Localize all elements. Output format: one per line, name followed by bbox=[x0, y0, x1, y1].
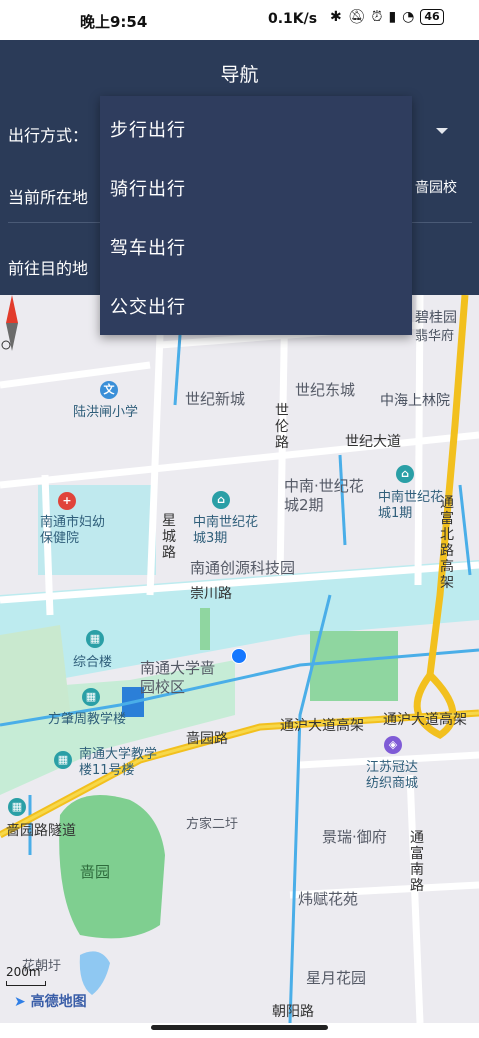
road-label: 通富北路高架 bbox=[440, 495, 454, 591]
school-icon[interactable]: 文 bbox=[100, 381, 118, 399]
status-icons: ✱ 🔕︎ ⏰︎ ▮ ◔ 46 bbox=[330, 9, 444, 25]
map-label: 中南·世纪花城2期 bbox=[284, 477, 364, 514]
wifi-icon: ◔ bbox=[402, 9, 415, 25]
building-icon[interactable]: ▦ bbox=[86, 630, 104, 648]
road-label: 朝阳路 bbox=[272, 1004, 314, 1020]
travel-mode-label: 出行方式： bbox=[8, 126, 89, 145]
compass-icon[interactable] bbox=[0, 295, 24, 355]
hd-signal-icon: ▮ bbox=[388, 9, 397, 25]
road-label: 啬园路隧道 bbox=[6, 823, 76, 839]
system-nav-bar bbox=[0, 1023, 479, 1038]
status-bar: 晚上9:54 0.1K/s ✱ 🔕︎ ⏰︎ ▮ ◔ 46 bbox=[0, 0, 479, 40]
destination-label: 前往目的地 bbox=[8, 259, 89, 278]
shopping-icon[interactable]: ◈ bbox=[384, 736, 402, 754]
poi-label: 江苏冠达纺织商城 bbox=[366, 760, 419, 791]
road-label: 啬园路 bbox=[186, 731, 228, 747]
residence-icon[interactable]: ⌂ bbox=[212, 491, 230, 509]
logo-text: 高德地图 bbox=[30, 994, 87, 1010]
road-label: 世纪大道 bbox=[345, 434, 401, 450]
road-label: 星城路 bbox=[162, 513, 176, 561]
map-label: 景瑞·御府 bbox=[322, 828, 387, 846]
building-icon[interactable]: ▦ bbox=[8, 798, 26, 816]
amap-logo: ➤ 高德地图 bbox=[14, 991, 87, 1011]
travel-mode-dropdown[interactable]: 步行出行 骑行出行 驾车出行 公交出行 bbox=[100, 96, 412, 335]
navigation-arrow-icon: ➤ bbox=[14, 994, 26, 1010]
current-location-marker[interactable] bbox=[231, 648, 247, 664]
road-label: 通富南路 bbox=[410, 830, 424, 894]
map-label: 中海上林院 bbox=[380, 393, 450, 409]
home-indicator[interactable] bbox=[151, 1025, 328, 1030]
dropdown-item-walk[interactable]: 步行出行 bbox=[100, 96, 412, 155]
dropdown-item-bus[interactable]: 公交出行 bbox=[100, 273, 412, 332]
building-icon[interactable]: ▦ bbox=[82, 688, 100, 706]
residence-icon[interactable]: ⌂ bbox=[396, 465, 414, 483]
map-label: 啬园 bbox=[80, 863, 111, 881]
building-icon[interactable]: ▦ bbox=[54, 751, 72, 769]
scale-bar: 200m bbox=[6, 965, 46, 986]
poi-label: 陆洪闸小学 bbox=[73, 405, 139, 420]
battery-icon: 46 bbox=[420, 9, 444, 25]
bluetooth-icon: ✱ bbox=[330, 9, 342, 25]
map-label: 南通大学啬园校区 bbox=[140, 659, 216, 696]
poi-label: 南通市妇幼保健院 bbox=[40, 515, 106, 546]
poi-label: 中南世纪花城1期 bbox=[378, 490, 444, 521]
dropdown-item-drive[interactable]: 驾车出行 bbox=[100, 214, 412, 273]
scale-label: 200m bbox=[6, 965, 41, 979]
mute-icon: 🔕︎ bbox=[347, 9, 366, 25]
scale-line bbox=[6, 981, 46, 986]
map-label: 星月花园 bbox=[306, 969, 367, 987]
road-label: 崇川路 bbox=[190, 586, 232, 602]
hospital-icon[interactable]: + bbox=[58, 492, 76, 510]
net-speed: 0.1K/s bbox=[268, 11, 318, 27]
current-location-value[interactable]: 啬园校 bbox=[415, 177, 457, 197]
road-label: 通沪大道高架 bbox=[280, 718, 364, 734]
map-label: 南通创源科技园 bbox=[190, 559, 296, 577]
map-label: 方家二圩 bbox=[186, 817, 239, 832]
road-label: 通沪大道高架 bbox=[383, 712, 467, 728]
poi-label: 南通大学教学楼11号楼 bbox=[79, 747, 158, 778]
map-label: 碧桂园 bbox=[415, 310, 457, 326]
map-label: 炜赋花苑 bbox=[298, 890, 359, 908]
map-view[interactable]: 碧桂园 翡华府 世纪新城 世纪东城 中海上林院 文 陆洪闸小学 世伦路 世纪大道… bbox=[0, 295, 479, 1023]
poi-label: 中南世纪花城3期 bbox=[193, 515, 259, 546]
map-label: 世纪新城 bbox=[185, 390, 246, 408]
poi-label: 综合楼 bbox=[73, 655, 113, 670]
status-time: 晚上9:54 bbox=[80, 13, 148, 31]
poi-label: 方肇周教学楼 bbox=[48, 712, 127, 727]
map-label: 世纪东城 bbox=[295, 381, 356, 399]
dropdown-item-bike[interactable]: 骑行出行 bbox=[100, 155, 412, 214]
map-label: 翡华府 bbox=[415, 329, 455, 344]
chevron-down-icon[interactable] bbox=[436, 128, 448, 134]
road-label: 世伦路 bbox=[275, 403, 289, 451]
alarm-icon: ⏰︎ bbox=[371, 9, 383, 25]
page-title: 导航 bbox=[220, 64, 259, 86]
current-location-label: 当前所在地 bbox=[8, 188, 89, 207]
